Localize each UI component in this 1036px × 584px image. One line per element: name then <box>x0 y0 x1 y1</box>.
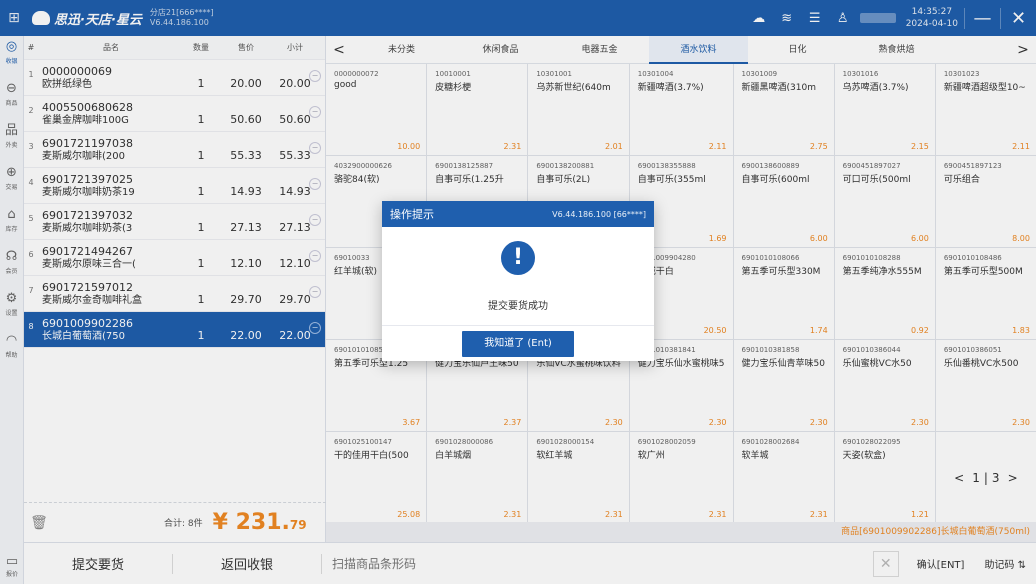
dialog-footer: 我知道了 (Ent) <box>382 325 654 361</box>
operation-dialog: 操作提示 V6.44.186.100 [66****] ! 提交要货成功 我知道… <box>382 201 654 361</box>
dialog-header: 操作提示 V6.44.186.100 [66****] <box>382 201 654 227</box>
dialog-version: V6.44.186.100 [66****] <box>552 209 646 219</box>
info-icon: ! <box>501 241 535 275</box>
dialog-message: 提交要货成功 <box>488 301 548 312</box>
acknowledge-button[interactable]: 我知道了 (Ent) <box>462 330 574 357</box>
dialog-title: 操作提示 <box>390 208 434 221</box>
